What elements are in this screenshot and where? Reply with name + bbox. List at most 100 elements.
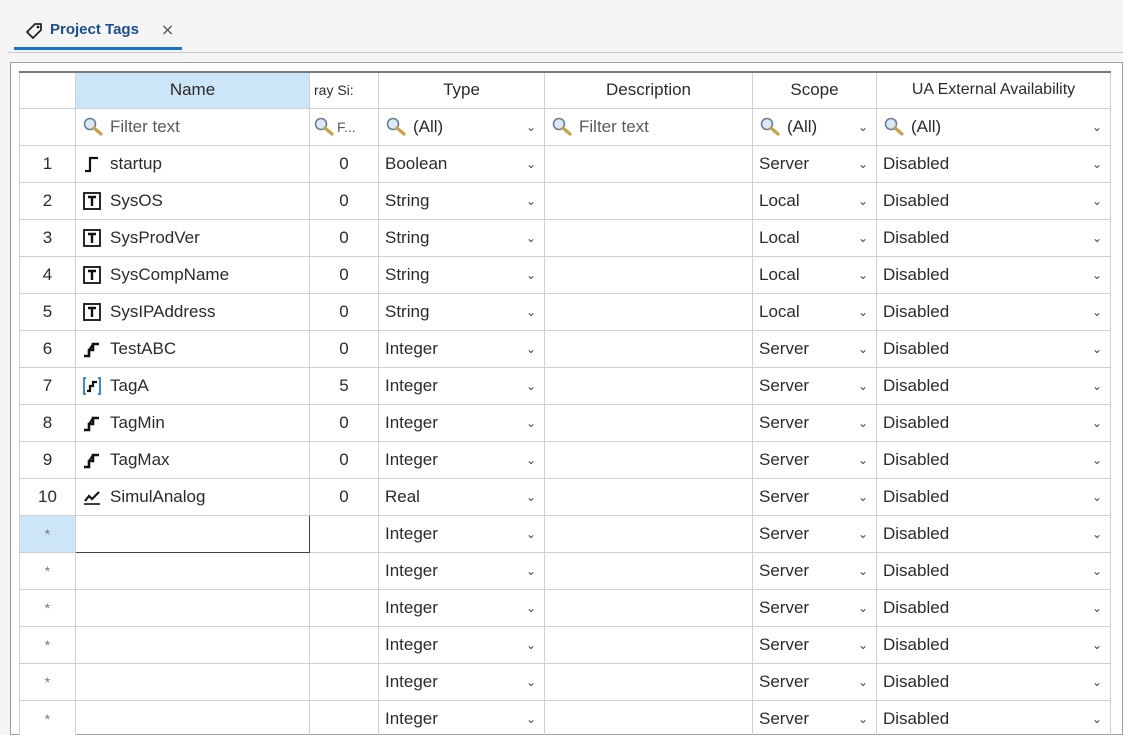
column-header-array-size[interactable]: ray Si: xyxy=(309,71,379,109)
tag-name-cell[interactable]: TagMin xyxy=(75,403,310,442)
tag-row[interactable]: 3 SysProdVer 0 String ⌄ Local ⌄ Disabled ⌄ xyxy=(19,218,1111,257)
chevron-down-icon[interactable]: ⌄ xyxy=(1090,342,1104,356)
array-size-cell[interactable] xyxy=(309,699,379,738)
array-size-cell[interactable]: 0 xyxy=(309,477,379,516)
description-cell[interactable] xyxy=(544,144,753,183)
ua-availability-cell[interactable]: Disabled ⌄ xyxy=(876,292,1111,331)
array-size-cell[interactable]: 0 xyxy=(309,403,379,442)
description-cell[interactable] xyxy=(544,551,753,590)
ua-availability-cell[interactable]: Disabled ⌄ xyxy=(876,662,1111,701)
row-number[interactable]: 6 xyxy=(19,329,76,368)
tag-name-cell[interactable]: TagMax xyxy=(75,440,310,479)
chevron-down-icon[interactable]: ⌄ xyxy=(524,601,538,615)
ua-availability-cell[interactable]: Disabled ⌄ xyxy=(876,699,1111,738)
filter-description-cell[interactable]: Filter text xyxy=(544,107,753,146)
chevron-down-icon[interactable]: ⌄ xyxy=(1090,490,1104,504)
type-cell[interactable]: String ⌄ xyxy=(378,218,545,257)
type-cell[interactable]: String ⌄ xyxy=(378,292,545,331)
filter-array-size-cell[interactable]: F... xyxy=(309,107,379,146)
row-number[interactable]: 3 xyxy=(19,218,76,257)
scope-cell[interactable]: Server ⌄ xyxy=(752,329,877,368)
scope-cell[interactable]: Local ⌄ xyxy=(752,218,877,257)
scope-cell[interactable]: Server ⌄ xyxy=(752,440,877,479)
type-cell[interactable]: Integer ⌄ xyxy=(378,403,545,442)
column-header-scope[interactable]: Scope xyxy=(752,71,877,109)
chevron-down-icon[interactable]: ⌄ xyxy=(856,268,870,282)
chevron-down-icon[interactable]: ⌄ xyxy=(856,453,870,467)
scope-cell[interactable]: Server ⌄ xyxy=(752,588,877,627)
row-number[interactable]: 10 xyxy=(19,477,76,516)
description-cell[interactable] xyxy=(544,403,753,442)
chevron-down-icon[interactable]: ⌄ xyxy=(1090,268,1104,282)
chevron-down-icon[interactable]: ⌄ xyxy=(524,342,538,356)
chevron-down-icon[interactable]: ⌄ xyxy=(856,120,870,134)
ua-availability-cell[interactable]: Disabled ⌄ xyxy=(876,218,1111,257)
new-tag-row[interactable]: * Integer ⌄ Server ⌄ Disabled ⌄ xyxy=(19,625,1111,664)
new-tag-row[interactable]: * Integer ⌄ Server ⌄ Disabled ⌄ xyxy=(19,699,1111,738)
tag-name-cell[interactable] xyxy=(75,625,310,664)
new-tag-row[interactable]: * Integer ⌄ Server ⌄ Disabled ⌄ xyxy=(19,588,1111,627)
description-cell[interactable] xyxy=(544,625,753,664)
chevron-down-icon[interactable]: ⌄ xyxy=(856,527,870,541)
ua-availability-cell[interactable]: Disabled ⌄ xyxy=(876,366,1111,405)
description-cell[interactable] xyxy=(544,292,753,331)
column-header-description[interactable]: Description xyxy=(544,71,753,109)
tag-name-cell[interactable]: SysProdVer xyxy=(75,218,310,257)
array-size-cell[interactable]: 0 xyxy=(309,329,379,368)
type-cell[interactable]: Boolean ⌄ xyxy=(378,144,545,183)
chevron-down-icon[interactable]: ⌄ xyxy=(856,490,870,504)
array-size-cell[interactable]: 0 xyxy=(309,181,379,220)
array-size-cell[interactable]: 0 xyxy=(309,255,379,294)
chevron-down-icon[interactable]: ⌄ xyxy=(856,638,870,652)
chevron-down-icon[interactable]: ⌄ xyxy=(1090,231,1104,245)
chevron-down-icon[interactable]: ⌄ xyxy=(524,527,538,541)
description-cell[interactable] xyxy=(544,329,753,368)
type-cell[interactable]: Integer ⌄ xyxy=(378,588,545,627)
scope-cell[interactable]: Local ⌄ xyxy=(752,255,877,294)
row-number[interactable]: 1 xyxy=(19,144,76,183)
filter-ua-cell[interactable]: (All) ⌄ xyxy=(876,107,1111,146)
ua-availability-cell[interactable]: Disabled ⌄ xyxy=(876,255,1111,294)
scope-cell[interactable]: Server ⌄ xyxy=(752,699,877,738)
tag-name-cell[interactable] xyxy=(75,551,310,590)
array-size-cell[interactable]: 0 xyxy=(309,144,379,183)
tag-row[interactable]: 2 SysOS 0 String ⌄ Local ⌄ Disabled ⌄ xyxy=(19,181,1111,220)
scope-cell[interactable]: Server ⌄ xyxy=(752,625,877,664)
chevron-down-icon[interactable]: ⌄ xyxy=(1090,416,1104,430)
chevron-down-icon[interactable]: ⌄ xyxy=(1090,120,1104,134)
scope-cell[interactable]: Server ⌄ xyxy=(752,144,877,183)
chevron-down-icon[interactable]: ⌄ xyxy=(1090,638,1104,652)
tag-row[interactable]: 10 SimulAnalog 0 Real ⌄ Server ⌄ Disabled ⌄ xyxy=(19,477,1111,516)
tag-name-cell[interactable] xyxy=(75,588,310,627)
filter-name-cell[interactable]: Filter text xyxy=(75,107,310,146)
chevron-down-icon[interactable]: ⌄ xyxy=(524,675,538,689)
type-cell[interactable]: Integer ⌄ xyxy=(378,662,545,701)
tag-name-cell[interactable] xyxy=(75,699,310,738)
tag-row[interactable]: 1 startup 0 Boolean ⌄ Server ⌄ Disabled ⌄ xyxy=(19,144,1111,183)
chevron-down-icon[interactable]: ⌄ xyxy=(524,120,538,134)
array-size-cell[interactable] xyxy=(309,514,379,553)
array-size-cell[interactable]: 5 xyxy=(309,366,379,405)
tag-name-cell[interactable]: SimulAnalog xyxy=(75,477,310,516)
scope-cell[interactable]: Server ⌄ xyxy=(752,366,877,405)
description-cell[interactable] xyxy=(544,218,753,257)
chevron-down-icon[interactable]: ⌄ xyxy=(524,379,538,393)
chevron-down-icon[interactable]: ⌄ xyxy=(524,490,538,504)
tag-row[interactable]: 7 TagA 5 Integer ⌄ Server ⌄ Disabled ⌄ xyxy=(19,366,1111,405)
new-row-marker[interactable]: * xyxy=(19,625,76,664)
new-tag-row[interactable]: * Integer ⌄ Server ⌄ Disabled ⌄ xyxy=(19,551,1111,590)
ua-availability-cell[interactable]: Disabled ⌄ xyxy=(876,625,1111,664)
ua-availability-cell[interactable]: Disabled ⌄ xyxy=(876,588,1111,627)
chevron-down-icon[interactable]: ⌄ xyxy=(1090,453,1104,467)
row-number[interactable]: 2 xyxy=(19,181,76,220)
tag-row[interactable]: 8 TagMin 0 Integer ⌄ Server ⌄ Disabled ⌄ xyxy=(19,403,1111,442)
ua-availability-cell[interactable]: Disabled ⌄ xyxy=(876,440,1111,479)
tag-name-cell[interactable]: TagA xyxy=(75,366,310,405)
new-row-marker[interactable]: * xyxy=(19,551,76,590)
array-size-cell[interactable]: 0 xyxy=(309,440,379,479)
array-size-cell[interactable] xyxy=(309,662,379,701)
description-cell[interactable] xyxy=(544,477,753,516)
array-size-cell[interactable]: 0 xyxy=(309,292,379,331)
row-number[interactable]: 7 xyxy=(19,366,76,405)
tag-name-cell[interactable]: SysOS xyxy=(75,181,310,220)
